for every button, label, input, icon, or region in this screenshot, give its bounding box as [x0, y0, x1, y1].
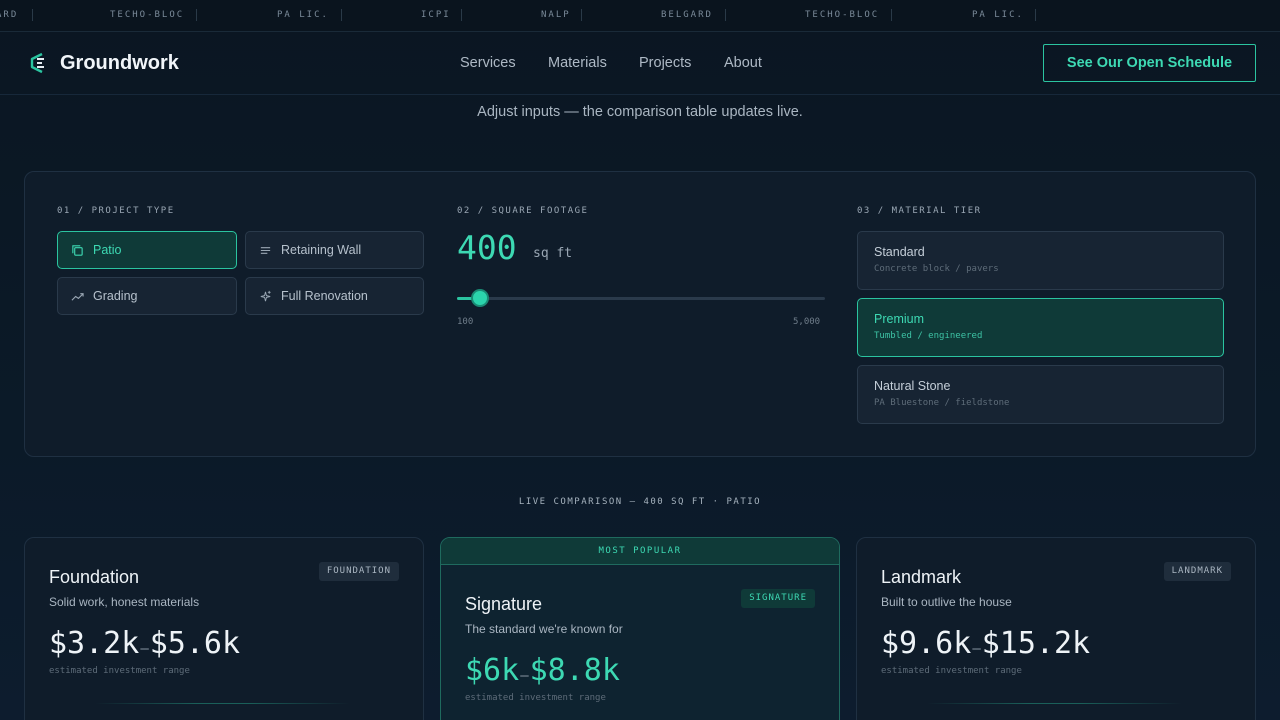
card-title: Signature [465, 594, 543, 614]
pricing-card-foundation[interactable]: Foundation FOUNDATION Solid work, honest… [24, 537, 424, 720]
card-tag: SIGNATURE [741, 589, 815, 608]
card-title: Landmark [881, 567, 962, 587]
brand-name[interactable]: Groundwork [60, 52, 179, 75]
tier-name: Standard [874, 245, 925, 259]
project-type-patio[interactable]: Patio [57, 231, 237, 269]
nav-services[interactable]: Services [460, 55, 516, 71]
pricing-card-signature[interactable]: MOST POPULAR Signature SIGNATURE The sta… [440, 537, 840, 720]
ticker-divider [32, 9, 33, 21]
tier-description: PA Bluestone / fieldstone [874, 398, 1010, 408]
tier-description: Concrete block / pavers [874, 264, 999, 274]
ticker-divider [1035, 9, 1036, 21]
card-description: Solid work, honest materials [49, 595, 200, 609]
project-type-label: 01 / PROJECT TYPE [57, 206, 175, 216]
pricing-card-landmark[interactable]: Landmark LANDMARK Built to outlive the h… [856, 537, 1256, 720]
project-type-full-renovation[interactable]: Full Renovation [245, 277, 424, 315]
card-tag: FOUNDATION [318, 562, 399, 581]
card-note: estimated investment range [465, 693, 606, 703]
tier-standard[interactable]: Standard Concrete block / pavers [857, 231, 1224, 290]
tier-name: Premium [874, 312, 925, 326]
ticker-item: PA LIC. [972, 10, 1024, 20]
card-description: Built to outlive the house [881, 595, 1012, 609]
price-low: $6k [465, 653, 520, 688]
tier-name: Natural Stone [874, 379, 951, 393]
ticker-divider [581, 9, 582, 21]
card-description: The standard we're known for [465, 622, 623, 636]
project-type-label-text: Grading [93, 289, 138, 303]
ticker-divider [891, 9, 892, 21]
tier-premium[interactable]: Premium Tumbled / engineered [857, 298, 1224, 357]
site-header: Groundwork Services Materials Projects A… [0, 32, 1280, 95]
ticker-item: BELGARD [661, 10, 713, 20]
estimator-panel: 01 / PROJECT TYPE Patio Retaining Wall G… [24, 171, 1256, 457]
price-high: $5.6k [149, 626, 241, 661]
card-title: Foundation [49, 567, 140, 587]
copy-icon [72, 244, 83, 256]
most-popular-ribbon: MOST POPULAR [441, 538, 839, 565]
ticker-item: ARD [0, 10, 19, 20]
price-separator: – [972, 641, 981, 657]
sparkle-icon [260, 290, 271, 301]
ticker-item: TECHO-BLOC [805, 10, 880, 20]
card-tag: LANDMARK [1163, 562, 1231, 581]
card-note: estimated investment range [49, 666, 190, 676]
ticker-item: NALP [541, 10, 571, 20]
partner-ticker: ARD TECHO-BLOC PA LIC. ICPI NALP BELGARD… [0, 0, 1280, 32]
price-separator: – [520, 668, 529, 684]
price-high: $8.8k [529, 653, 620, 688]
ticker-divider [725, 9, 726, 21]
page-subtitle: Adjust inputs — the comparison table upd… [477, 104, 803, 120]
lines-icon [260, 246, 271, 254]
ticker-item: PA LIC. [277, 10, 329, 20]
square-footage-unit: sq ft [533, 246, 573, 261]
card-divider [95, 703, 350, 704]
nav-materials[interactable]: Materials [548, 55, 607, 71]
slider-thumb[interactable] [470, 289, 489, 307]
price-low: $3.2k [49, 626, 140, 661]
price-low: $9.6k [881, 626, 972, 661]
open-schedule-button[interactable]: See Our Open Schedule [1043, 44, 1256, 82]
nav-about[interactable]: About [724, 55, 762, 71]
ticker-divider [341, 9, 342, 21]
project-type-label-text: Patio [93, 243, 122, 257]
price-high: $15.2k [981, 626, 1091, 661]
card-price: $3.2k–$5.6k [49, 626, 240, 661]
ticker-divider [196, 9, 197, 21]
square-footage-value: 400 [457, 228, 517, 267]
project-type-label-text: Retaining Wall [281, 243, 362, 257]
project-type-label-text: Full Renovation [281, 289, 368, 303]
comparison-heading: LIVE COMPARISON — 400 SQ FT · PATIO [518, 497, 762, 507]
ticker-item: ICPI [421, 10, 451, 20]
trend-icon [71, 292, 84, 301]
card-price: $9.6k–$15.2k [881, 626, 1090, 661]
card-divider [927, 703, 1182, 704]
tier-natural-stone[interactable]: Natural Stone PA Bluestone / fieldstone [857, 365, 1224, 424]
groundwork-logo-icon[interactable] [28, 52, 48, 74]
square-footage-label: 02 / SQUARE FOOTAGE [457, 206, 589, 216]
project-type-grading[interactable]: Grading [57, 277, 237, 315]
card-price: $6k–$8.8k [465, 653, 620, 688]
material-tier-label: 03 / MATERIAL TIER [857, 206, 982, 216]
slider-min-label: 100 [457, 317, 474, 327]
slider-max-label: 5,000 [793, 317, 821, 327]
price-separator: – [140, 641, 149, 657]
ticker-divider [461, 9, 462, 21]
project-type-retaining-wall[interactable]: Retaining Wall [245, 231, 424, 269]
ticker-item: TECHO-BLOC [110, 10, 185, 20]
card-note: estimated investment range [881, 666, 1022, 676]
square-footage-slider[interactable] [457, 289, 825, 307]
nav-projects[interactable]: Projects [639, 55, 691, 71]
tier-description: Tumbled / engineered [874, 331, 983, 341]
